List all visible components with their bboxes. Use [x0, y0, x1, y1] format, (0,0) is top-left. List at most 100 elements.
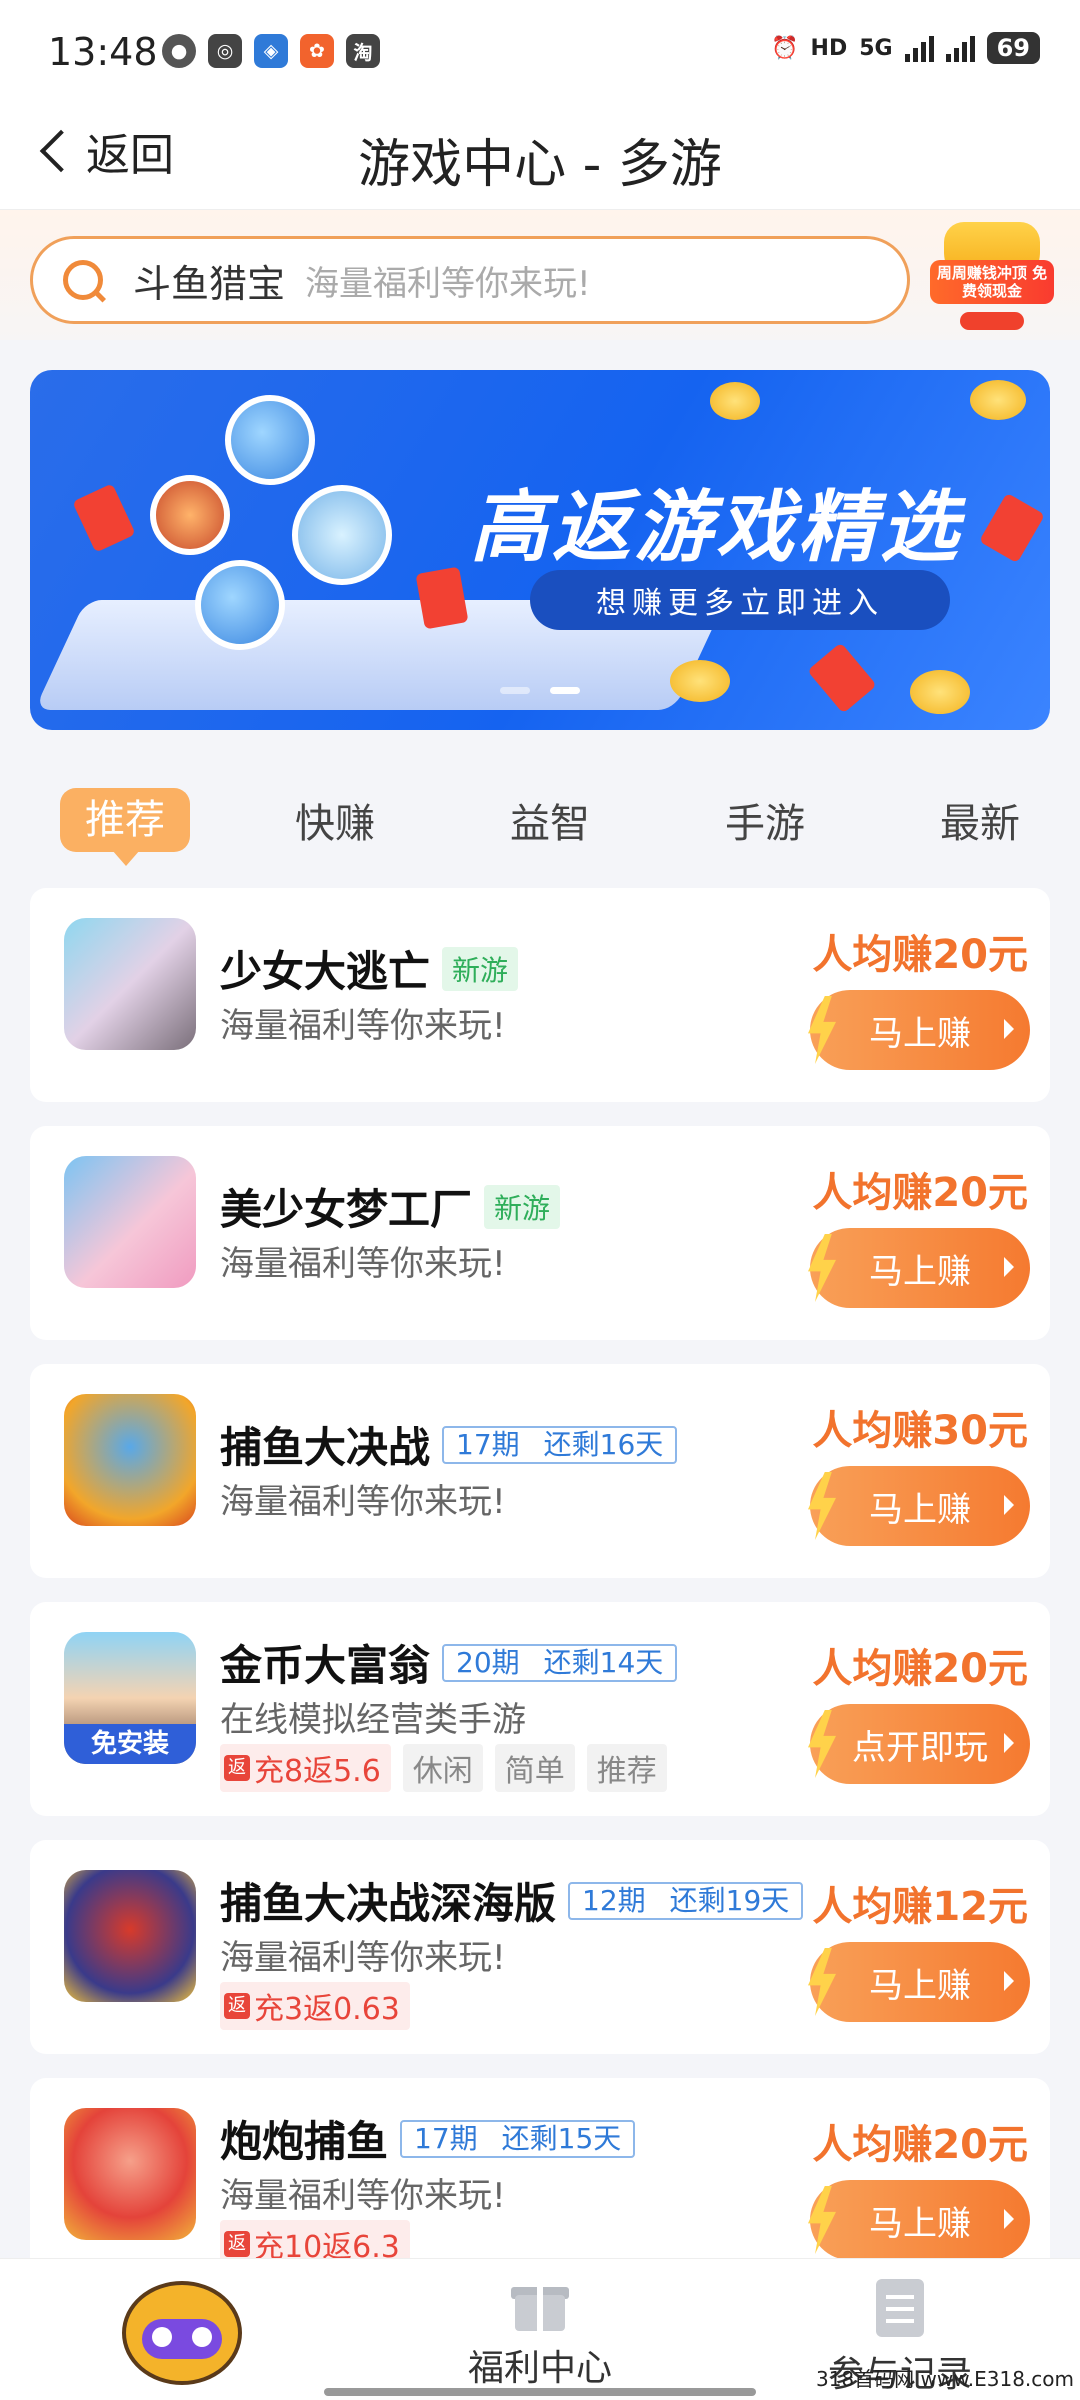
nav-welfare-center[interactable]: 福利中心: [440, 2279, 640, 2391]
category-tabs: 推荐 快赚 益智 手游 最新: [30, 780, 1050, 866]
qq-icon: ◎: [208, 34, 242, 68]
game-icon: [64, 1870, 196, 2002]
status-time: 13:48: [48, 30, 158, 74]
earn-now-button[interactable]: 马上赚: [808, 1228, 1030, 1308]
lightning-icon: [808, 1948, 836, 2016]
game-icon: [64, 1394, 196, 1526]
earn-now-button[interactable]: 马上赚: [808, 990, 1030, 1070]
recharge-rebate-badge: 返充3返0.63: [220, 1982, 410, 2030]
button-label: 马上赚: [869, 1489, 971, 1530]
banner-title: 高返游戏精选: [470, 483, 963, 573]
no-install-badge: 免安装: [64, 1724, 196, 1764]
lightning-icon: [808, 1234, 836, 1302]
period-badge: 17期 还剩16天: [442, 1425, 678, 1464]
game-name: 炮炮捕鱼: [220, 2117, 389, 2166]
game-name: 金币大富翁: [220, 1641, 431, 1690]
game-icon: [64, 2108, 196, 2240]
period-badge: 12期 还剩19天: [568, 1881, 804, 1920]
earn-now-button[interactable]: 马上赚: [808, 2180, 1030, 2260]
rebate-text: 充3返0.63: [254, 1992, 400, 2027]
remaining-days: 还剩14天: [543, 1645, 664, 1679]
game-description: 在线模拟经营类手游: [220, 1700, 526, 1740]
home-indicator[interactable]: [324, 2388, 756, 2396]
game-description: 海量福利等你来玩!: [220, 1006, 506, 1046]
network-label: 5G: [859, 35, 893, 61]
page-title: 游戏中心 - 多游: [358, 135, 722, 195]
tab-puzzle[interactable]: 益智: [480, 791, 620, 849]
game-icon: [64, 1156, 196, 1288]
status-right: ⏰ HD 5G 69: [771, 32, 1040, 64]
coin-icon: [710, 382, 760, 420]
game-card[interactable]: 捕鱼大决战深海版 12期 还剩19天 海量福利等你来玩! 返充3返0.63 人均赚1…: [30, 1840, 1050, 2054]
remaining-days: 还剩16天: [543, 1427, 664, 1461]
button-label: 点开即玩: [852, 1727, 988, 1768]
period-label: 12期: [582, 1883, 646, 1917]
new-game-badge: 新游: [484, 1184, 561, 1229]
game-name: 捕鱼大决战: [220, 1423, 431, 1472]
banner-carousel[interactable]: 高返游戏精选 想赚更多立即进入: [30, 370, 1050, 730]
lightning-icon: [808, 2186, 836, 2254]
search-keyword: 斗鱼猎宝: [133, 261, 286, 306]
period-label: 17期: [456, 1427, 520, 1461]
category-tag: 简单: [494, 1744, 575, 1792]
game-icon: 免安装: [64, 1632, 196, 1764]
tab-quick-earn[interactable]: 快赚: [265, 791, 405, 849]
game-card[interactable]: 美少女梦工厂 新游 海量福利等你来玩! 人均赚20元 马上赚: [30, 1126, 1050, 1340]
carousel-dot-active: [550, 687, 580, 694]
red-envelope-icon: [807, 642, 877, 714]
new-game-badge: 新游: [442, 946, 519, 991]
period-label: 17期: [414, 2121, 478, 2155]
xiaohongshu-icon: ✿: [300, 34, 334, 68]
signal-icon-2: [945, 34, 975, 62]
game-avatar-icon: [195, 560, 285, 650]
lightning-icon: [808, 1472, 836, 1540]
average-earning: 人均赚12元: [812, 1884, 1028, 1930]
period-badge: 17期 还剩15天: [400, 2119, 636, 2158]
tab-recommend[interactable]: 推荐: [60, 788, 190, 866]
game-card[interactable]: 少女大逃亡 新游 海量福利等你来玩! 人均赚20元 马上赚: [30, 888, 1050, 1102]
weekly-cash-promo[interactable]: 周周赚钱冲顶 免费领现金: [924, 222, 1060, 338]
period-label: 20期: [456, 1645, 520, 1679]
watermark: 318首码网 www.E318.com: [815, 2367, 1074, 2391]
game-description: 海量福利等你来玩!: [220, 1482, 506, 1522]
wechat-icon: ●: [162, 34, 196, 68]
rebate-icon: 返: [224, 1993, 250, 2019]
promo-text: 周周赚钱冲顶 免费领现金: [930, 260, 1054, 304]
remaining-days: 还剩15天: [501, 2121, 622, 2155]
carousel-dot: [500, 687, 530, 694]
coin-icon: [970, 380, 1026, 420]
game-card[interactable]: 捕鱼大决战 17期 还剩16天 海量福利等你来玩! 人均赚30元 马上赚: [30, 1364, 1050, 1578]
game-avatar-icon: [225, 395, 315, 485]
game-icon: [64, 918, 196, 1050]
search-bar[interactable]: 斗鱼猎宝 海量福利等你来玩!: [30, 236, 910, 324]
search-placeholder: 海量福利等你来玩!: [305, 263, 591, 304]
period-badge: 20期 还剩14天: [442, 1643, 678, 1682]
category-tag: 推荐: [586, 1744, 667, 1792]
earn-now-button[interactable]: 马上赚: [808, 1942, 1030, 2022]
tab-mobile-games[interactable]: 手游: [695, 791, 835, 849]
bottom-nav: 福利中心 参与记录 318首码网 www.E318.com: [0, 2258, 1080, 2400]
game-card[interactable]: 免安装 金币大富翁 20期 还剩14天 在线模拟经营类手游 返充8返5.6 休闲 简…: [30, 1602, 1050, 1816]
rebate-icon: 返: [224, 1755, 250, 1781]
weibo-icon: ◈: [254, 34, 288, 68]
game-description: 海量福利等你来玩!: [220, 2176, 506, 2216]
tab-latest[interactable]: 最新: [910, 791, 1050, 849]
button-label: 马上赚: [869, 1013, 971, 1054]
hd-icon: HD: [810, 35, 848, 61]
average-earning: 人均赚20元: [812, 932, 1028, 978]
button-label: 马上赚: [869, 1251, 971, 1292]
tiger-mascot-icon[interactable]: [112, 2269, 252, 2395]
red-envelope-icon: [72, 483, 136, 553]
game-description: 海量福利等你来玩!: [220, 1244, 506, 1284]
average-earning: 人均赚20元: [812, 1170, 1028, 1216]
arrow-right-icon: [1004, 1495, 1014, 1515]
game-description: 海量福利等你来玩!: [220, 1938, 506, 1978]
earn-now-button[interactable]: 马上赚: [808, 1466, 1030, 1546]
game-avatar-icon: [292, 485, 392, 585]
arrow-right-icon: [1004, 2209, 1014, 2229]
nav-label: 福利中心: [467, 2348, 612, 2389]
battery-icon: 69: [986, 32, 1040, 64]
play-now-button[interactable]: 点开即玩: [808, 1704, 1030, 1784]
game-name: 捕鱼大决战深海版: [220, 1879, 557, 1928]
game-name: 少女大逃亡: [220, 947, 431, 996]
